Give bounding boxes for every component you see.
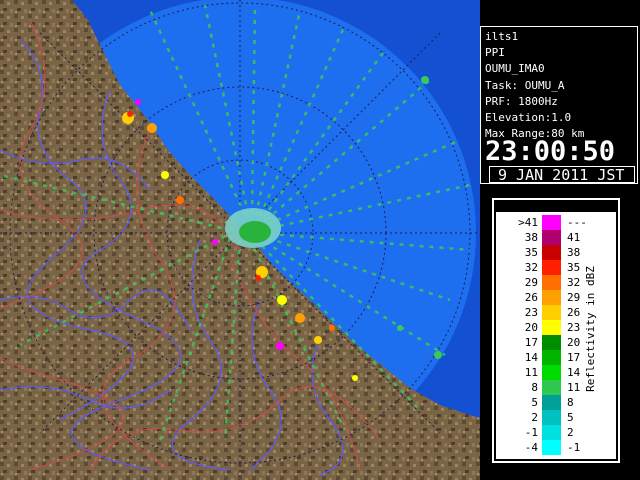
legend-low-value: 23 [524,306,538,319]
task-name: Task: OUMU_A [485,79,565,92]
legend-low-value: 29 [524,276,538,289]
legend-low-value: >41 [518,216,538,229]
legend-color-swatch [542,380,561,395]
legend-high-value: 5 [567,411,574,424]
elevation-value: Elevation:1.0 [485,111,572,124]
legend-color-swatch [542,425,561,440]
legend-low-value: 5 [531,396,538,409]
legend-low-value: 35 [524,246,538,259]
legend-color-swatch [542,320,561,335]
ground-clutter-core [239,221,271,243]
legend-high-value: --- [567,216,587,229]
legend-low-value: 20 [524,321,538,334]
legend-low-value: 26 [524,291,538,304]
legend-color-swatch [542,335,561,350]
legend-color-swatch [542,230,561,245]
legend-color-swatch [542,215,561,230]
legend-low-value: -1 [524,426,538,439]
legend-high-value: 2 [567,426,574,439]
product-name: PPI [485,46,505,59]
radar-ppi-view[interactable] [0,0,480,480]
observation-date: 9 JAN 2011 JST [498,166,625,184]
legend-low-value: 8 [531,381,538,394]
legend-low-value: 38 [524,231,538,244]
legend-low-value: 14 [524,351,538,364]
legend-low-value: 17 [524,336,538,349]
site-name: OUMU_IMA0 [485,62,545,75]
legend-color-swatch [542,260,561,275]
legend-title: Reflectivity in dBZ [584,266,597,392]
legend-low-value: 11 [524,366,538,379]
legend-color-swatch [542,305,561,320]
legend-high-value: -1 [567,441,581,454]
legend-low-value: 32 [524,261,538,274]
legend-color-swatch [542,365,561,380]
legend-color-swatch [542,350,561,365]
legend-color-swatch [542,245,561,260]
legend-low-value: -4 [524,441,538,454]
legend-color-swatch [542,440,561,455]
legend-color-swatch [542,395,561,410]
legend-low-value: 2 [531,411,538,424]
legend-color-swatch [542,410,561,425]
observation-time: 23:00:50 [485,136,616,167]
station-name: ilts1 [485,30,519,43]
date-box: 9 JAN 2011 JST [489,166,635,183]
info-panel: ilts1 PPI OUMU_IMA0 Task: OUMU_A PRF: 18… [480,26,638,184]
legend-color-swatch [542,275,561,290]
legend-color-swatch [542,290,561,305]
prf-value: PRF: 1800Hz [485,95,558,108]
legend-high-value: 41 [567,231,581,244]
